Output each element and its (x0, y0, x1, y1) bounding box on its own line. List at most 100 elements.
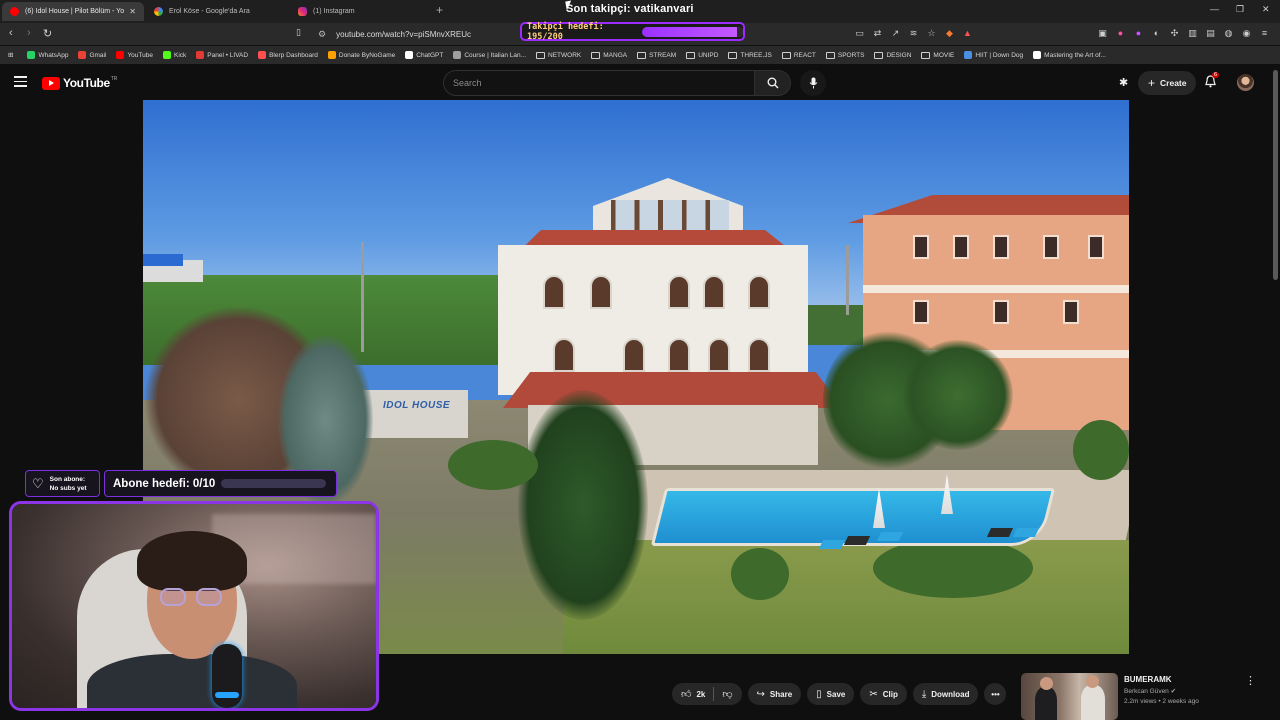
like-dislike-group: 👍︎ 2k 👎︎ (672, 683, 742, 705)
sidebar-icon[interactable]: ▥ (1187, 28, 1198, 39)
menu-icon[interactable]: ≡ (1259, 28, 1270, 39)
brave-shield-icon[interactable]: ◆ (944, 28, 955, 39)
bookmark-label: DESIGN (886, 51, 912, 59)
bookmark-item[interactable]: MANGA (591, 51, 627, 59)
profile-icon[interactable]: ◉ (1241, 28, 1252, 39)
clip-button[interactable]: ✂ Clip (860, 683, 907, 705)
translate-icon[interactable]: ⇄ (872, 28, 883, 39)
bookmark-item[interactable]: SPORTS (825, 51, 864, 59)
forward-icon[interactable]: › (27, 27, 31, 39)
like-icon[interactable]: 👍︎ (681, 688, 691, 700)
recommended-video[interactable]: BUMERAMK Berkcan Güven ✔ 2.2m views • 2 … (1021, 673, 1271, 720)
download-button[interactable]: ⤓ Download (912, 683, 979, 705)
bookmark-label: Kick (173, 51, 187, 59)
youtube-masthead: YouTube TR Search ✱ + Create 6 (0, 65, 1280, 101)
microphone (212, 644, 242, 708)
extension-3-icon[interactable]: ● (1133, 28, 1144, 39)
bookmark-item[interactable]: WhatsApp (27, 51, 68, 59)
reload-icon[interactable]: ↻ (43, 27, 52, 40)
folder-icon (536, 51, 546, 59)
bookmark-item[interactable]: DESIGN (874, 51, 912, 59)
bookmark-item[interactable]: YouTube (116, 51, 153, 59)
extension-4-icon[interactable]: ◐ (1151, 28, 1162, 39)
bookmark-item[interactable]: Panel • LIVAD (196, 51, 248, 59)
create-button[interactable]: + Create (1138, 71, 1197, 95)
bookmark-label: WhatsApp (38, 51, 69, 59)
tab-label: (1) Instagram (313, 8, 355, 15)
extension-gear-icon[interactable]: ✱ (1119, 76, 1128, 89)
extension-1-icon[interactable]: ▣ (1097, 28, 1108, 39)
folder-icon (874, 51, 884, 59)
star-icon[interactable]: ☆ (926, 28, 937, 39)
extension-2-icon[interactable]: ● (1115, 28, 1126, 39)
recommended-title[interactable]: BUMERAMK (1124, 675, 1172, 684)
bookmarks-bar: ⊞ WhatsApp Gmail YouTube Kick Panel • LIVAD B… (0, 46, 1280, 64)
last-follower-overlay: Son takipçi: vatikanvari (566, 3, 694, 15)
video-thumbnail[interactable] (1021, 673, 1118, 720)
notifications-button[interactable]: 6 (1204, 72, 1220, 93)
vpn-icon[interactable]: ◍ (1223, 28, 1234, 39)
close-window-icon[interactable]: ✕ (1262, 4, 1270, 15)
save-button[interactable]: ▯ Save (807, 683, 855, 705)
search-placeholder: Search (453, 78, 482, 88)
like-count[interactable]: 2k (696, 690, 705, 699)
site-info-icon[interactable]: ⚙ (318, 29, 326, 40)
bookmark-item[interactable]: Kick (162, 51, 187, 59)
heart-icon: ♡ (32, 475, 44, 491)
glasses (160, 588, 228, 606)
subscriber-goal-text: Abone hedefi: 0/10 (113, 477, 216, 490)
bookmark-item[interactable]: Gmail (78, 51, 106, 59)
bookmark-label: ChatGPT (416, 51, 444, 59)
bookmark-favicon-icon (1033, 51, 1042, 59)
bookmark-item[interactable]: HIIT | Down Dog (964, 51, 1023, 59)
cast-icon[interactable]: ▭ (854, 28, 865, 39)
verified-icon: ✔ (1170, 688, 1177, 695)
bookmark-item[interactable]: NETWORK (536, 51, 581, 59)
more-actions-button[interactable]: ••• (984, 683, 1007, 705)
apps-icon[interactable]: ⊞ (8, 51, 13, 59)
bookmark-item[interactable]: REACT (781, 51, 816, 59)
bookmark-item[interactable]: Mastering the Art of... (1033, 51, 1106, 59)
search-input[interactable]: Search (443, 70, 755, 96)
bookmark-save-icon: ▯ (816, 688, 822, 700)
google-icon (154, 7, 163, 16)
bookmark-item[interactable]: UNIPD (686, 51, 718, 59)
tab-instagram[interactable]: (1) Instagram (290, 2, 430, 21)
bookmark-item[interactable]: Blerp Dashboard (258, 51, 318, 59)
webcam-overlay (9, 501, 379, 711)
close-icon[interactable]: ✕ (129, 7, 136, 16)
bookmark-item[interactable]: THREE.JS (728, 51, 772, 59)
wallet-icon[interactable]: ▤ (1205, 28, 1216, 39)
bookmark-item[interactable]: Course | Italian Lan... (453, 51, 526, 59)
rss-icon[interactable]: ≋ (908, 28, 919, 39)
bookmark-item[interactable]: MOVIE (921, 51, 954, 59)
bookmark-item[interactable]: ChatGPT (405, 51, 443, 59)
voice-search-button[interactable] (800, 70, 826, 96)
share-page-icon[interactable]: ↗ (890, 28, 901, 39)
puzzle-icon[interactable]: ✣ (1169, 28, 1180, 39)
follower-goal-text: Takipçi hedefi: 195/200 (527, 21, 604, 42)
tab-google[interactable]: Erol Köse - Google'da Ara (146, 2, 286, 21)
recommended-channel[interactable]: Berkcan Güven ✔ (1124, 687, 1176, 695)
bookmark-item[interactable]: STREAM (637, 51, 676, 59)
subscriber-goal-bar: Abone hedefi: 0/10 (104, 470, 337, 497)
new-tab-button[interactable]: + (436, 3, 443, 17)
youtube-logo[interactable]: YouTube TR (42, 76, 117, 90)
follower-goal-fill (642, 26, 743, 37)
page-scrollbar[interactable] (1273, 70, 1278, 280)
more-vertical-icon[interactable]: ⋮ (1245, 674, 1256, 687)
maximize-icon[interactable]: ❐ (1236, 4, 1244, 15)
search-button[interactable] (755, 70, 791, 96)
share-button[interactable]: ↪ Share (747, 683, 802, 705)
dislike-icon[interactable]: 👎︎ (722, 688, 732, 700)
bookmark-label: Donate ByNoGame (338, 51, 396, 59)
tab-youtube[interactable]: (6) Idol House | Pilot Bölüm - Yo ✕ (2, 2, 144, 21)
bookmark-item[interactable]: Donate ByNoGame (327, 51, 396, 59)
brave-rewards-icon[interactable]: ▲ (962, 28, 973, 39)
back-icon[interactable]: ‹ (9, 27, 13, 39)
minimize-icon[interactable]: — (1210, 4, 1219, 14)
account-avatar[interactable] (1237, 74, 1254, 91)
bookmark-label: Blerp Dashboard (269, 51, 318, 59)
hamburger-menu-icon[interactable] (14, 76, 27, 90)
bookmark-icon[interactable]: ▯ (296, 27, 301, 38)
